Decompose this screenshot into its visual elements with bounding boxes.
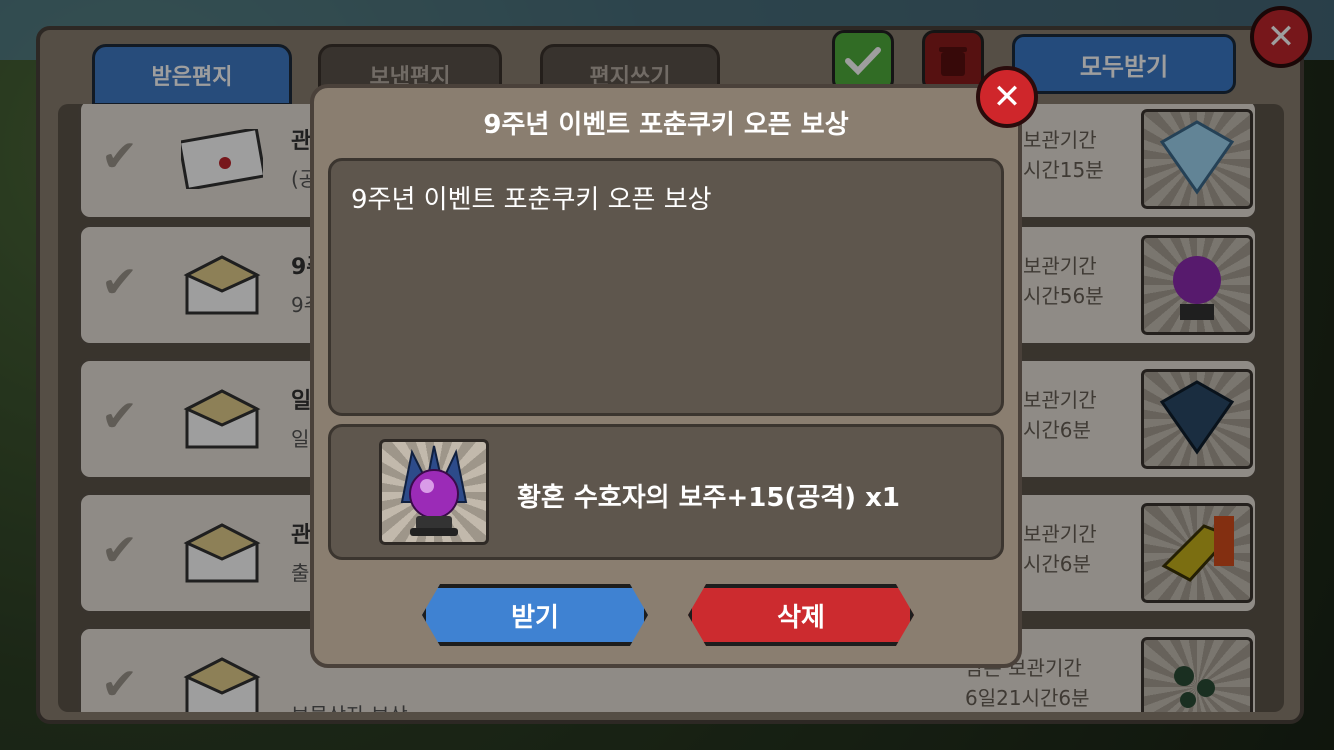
message-text: 9주년 이벤트 포춘쿠키 오픈 보상 bbox=[351, 185, 712, 215]
reward-item-box: 황혼 수호자의 보주+15(공격) x1 bbox=[328, 424, 1004, 560]
delete-button[interactable]: 삭제 bbox=[688, 584, 914, 646]
close-dialog-button[interactable]: ✕ bbox=[976, 66, 1038, 128]
item-name: 황혼 수호자의 보주+15(공격) x1 bbox=[517, 483, 900, 513]
close-icon: ✕ bbox=[992, 77, 1022, 117]
receive-button[interactable]: 받기 bbox=[422, 584, 648, 646]
orb-icon bbox=[379, 439, 489, 545]
message-box: 9주년 이벤트 포춘쿠키 오픈 보상 bbox=[328, 158, 1004, 416]
reward-dialog: 9주년 이벤트 포춘쿠키 오픈 보상 9주년 이벤트 포춘쿠키 오픈 보상 황혼… bbox=[310, 66, 1038, 668]
dialog-title: 9주년 이벤트 포춘쿠키 오픈 보상 bbox=[483, 110, 849, 140]
